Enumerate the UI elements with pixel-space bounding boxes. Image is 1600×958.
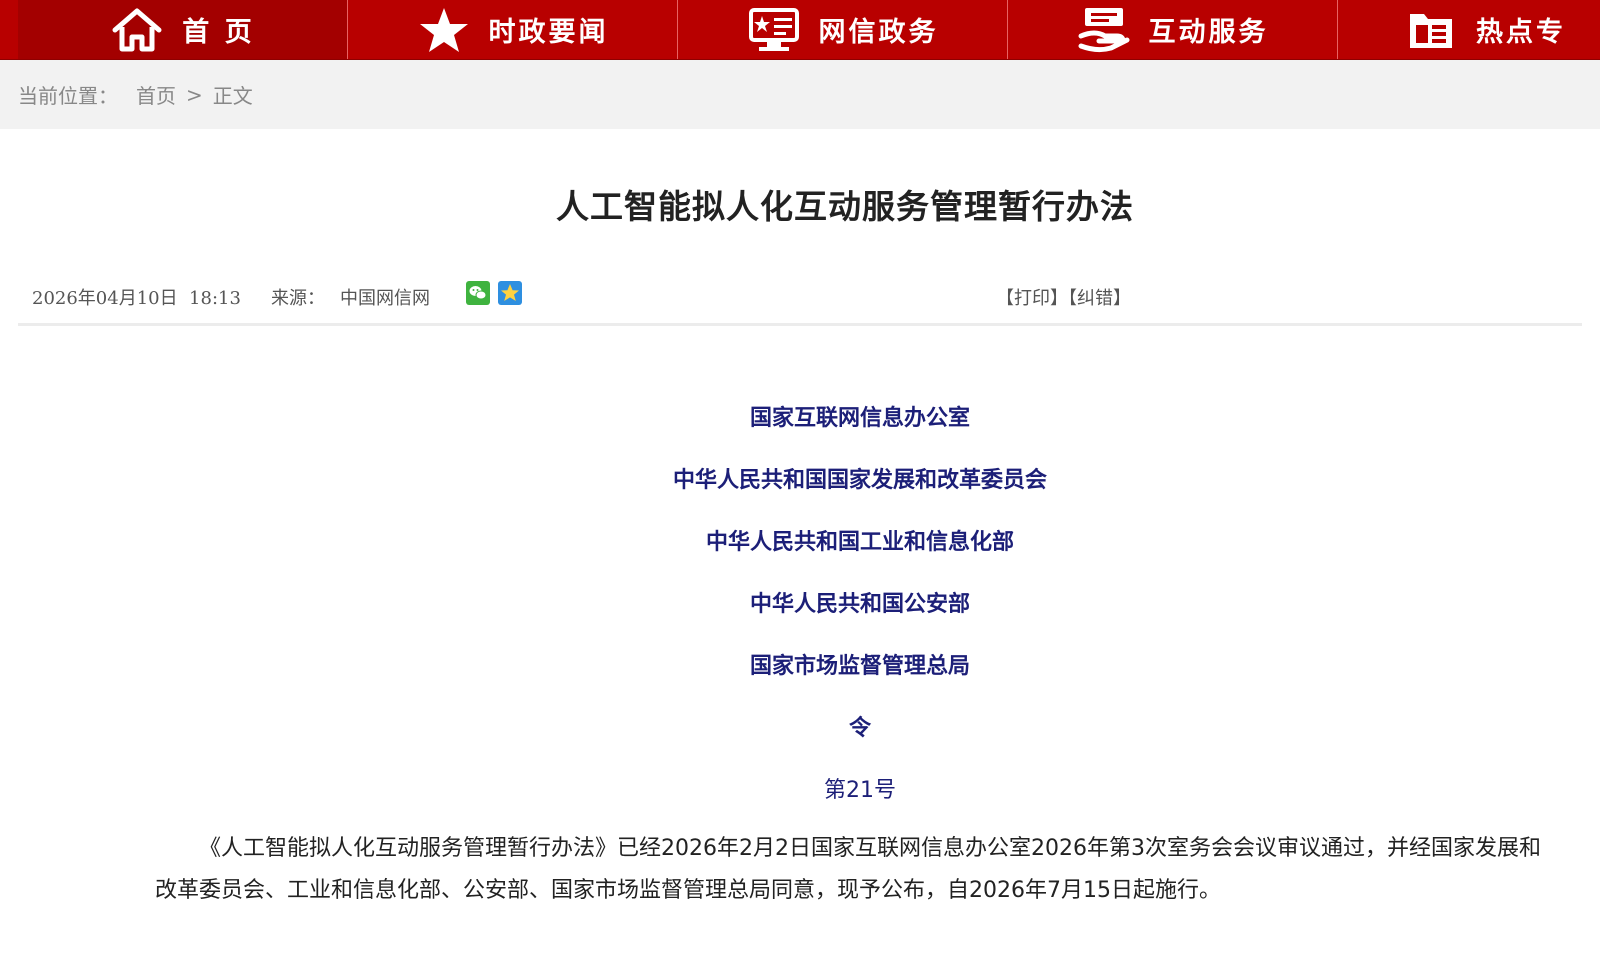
print-link[interactable]: 【打印】 xyxy=(996,288,1068,309)
nav-item-label: 时政要闻 xyxy=(488,17,609,48)
report-error-link[interactable]: 【纠错】 xyxy=(1068,288,1131,309)
source-name: 中国网信网 xyxy=(340,288,430,309)
issuer-line: 国家市场监督管理总局 xyxy=(749,654,970,679)
article-title: 人工智能拟人化互动服务管理暂行办法 xyxy=(556,187,1134,226)
top-navigation: 首 页 时政要闻 网信政务 互动服务 热点专 xyxy=(0,0,1600,60)
hand-service-icon xyxy=(1077,6,1131,54)
issuer-line: 国家互联网信息办公室 xyxy=(749,406,970,431)
publish-date: 2026年04月10日 18:13 xyxy=(32,288,241,309)
article-actions: 【打印】【纠错】 xyxy=(996,284,1131,310)
order-number: 第21号 xyxy=(824,778,896,803)
breadcrumb-current: 正文 xyxy=(212,84,253,108)
nav-item-topics[interactable]: 热点专 xyxy=(1338,0,1600,59)
monitor-icon xyxy=(747,6,801,54)
nav-item-home[interactable]: 首 页 xyxy=(18,0,348,59)
qzone-icon[interactable] xyxy=(498,281,522,305)
star-icon xyxy=(417,6,471,54)
article-meta: 2026年04月10日 18:13 来源： 中国网信网 【打印】【纠错】 xyxy=(18,277,1582,326)
nav-item-interactive[interactable]: 互动服务 xyxy=(1008,0,1338,59)
nav-item-label: 网信政务 xyxy=(818,17,939,48)
breadcrumb-home-link[interactable]: 首页 xyxy=(136,80,176,109)
nav-item-affairs[interactable]: 网信政务 xyxy=(678,0,1008,59)
home-icon xyxy=(110,6,164,54)
wechat-icon[interactable] xyxy=(466,281,490,305)
issuer-line: 中华人民共和国工业和信息化部 xyxy=(705,530,1014,555)
nav-item-label: 互动服务 xyxy=(1148,17,1269,48)
order-label: 令 xyxy=(848,716,871,741)
nav-item-news[interactable]: 时政要闻 xyxy=(348,0,678,59)
nav-item-label: 热点专 xyxy=(1476,17,1566,48)
breadcrumb: 当前位置： 首页 > 正文 xyxy=(0,60,1600,129)
issuer-line: 中华人民共和国公安部 xyxy=(749,592,970,617)
breadcrumb-arrow: > xyxy=(186,82,203,107)
source-label: 来源： xyxy=(271,288,325,309)
nav-item-label: 首 页 xyxy=(182,17,255,48)
breadcrumb-label: 当前位置： xyxy=(18,84,118,108)
folder-icon xyxy=(1404,6,1458,54)
article-body-paragraph: 《人工智能拟人化互动服务管理暂行办法》已经2026年2月2日国家互联网信息办公室… xyxy=(155,836,1541,903)
issuer-line: 中华人民共和国国家发展和改革委员会 xyxy=(672,468,1047,493)
